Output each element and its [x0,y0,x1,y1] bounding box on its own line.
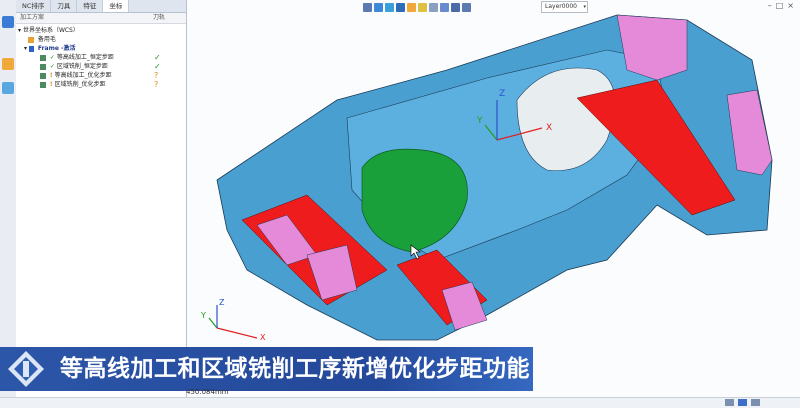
tree-item-frame[interactable]: ▾ Frame -激活 [24,44,194,53]
status-icons [725,399,760,406]
tree-item-op-2[interactable]: ✓ 区域铣削_恒定步距 ✓ [40,62,210,71]
frame-icon [28,45,34,52]
view-mode-icon[interactable] [725,399,734,406]
operation-icon [40,54,46,61]
status-check-icon: ✓ [154,62,161,71]
plan-icon[interactable] [2,16,14,28]
cube-icon[interactable] [385,2,394,12]
tab-coordinates[interactable]: 坐标 [103,0,130,12]
display-icon[interactable] [451,2,460,12]
pending-icon: ! [49,81,53,88]
tree-item-op-3[interactable]: ! 等高线加工_优化步距 ? [40,71,210,80]
axis-y-label: Y [476,116,483,126]
triad-z-label: Z [219,298,225,307]
panel-tabs: NC排序 刀具 特征 坐标 [16,0,186,13]
triad-y-label: Y [200,311,206,320]
view-mode-icon[interactable] [738,399,747,406]
close-button[interactable]: × [787,1,794,11]
tab-tools[interactable]: 刀具 [51,0,78,12]
triad-x-label: X [260,333,266,342]
left-icon-strip [0,0,17,407]
filter-icon[interactable] [418,2,427,12]
tree-item-stock[interactable]: 备用毛 [28,35,198,44]
stock-icon [28,36,34,43]
mold-model: X Y Z X Y Z [200,14,773,342]
pending-icon: ! [49,72,53,79]
cube-icon[interactable] [396,2,405,12]
triad-x-line [216,327,258,339]
check-icon: ✓ [49,63,55,70]
coordinate-readout: 450.084mm [186,388,229,396]
maximize-button[interactable]: □ [776,1,784,11]
status-bar [0,397,800,408]
expand-icon[interactable]: ▾ [18,27,21,34]
check-icon: ✓ [49,54,55,61]
status-check-icon: ✓ [154,53,161,62]
tab-features[interactable]: 特征 [77,0,104,12]
wall-top-right [616,14,688,81]
caption-banner: 等高线加工和区域铣削工序新增优化步距功能 [0,347,533,391]
status-pending-icon: ? [154,71,159,80]
expand-icon[interactable]: ▾ [24,45,27,52]
layer-icon[interactable] [462,2,471,12]
col-plan: 加工方案 [20,14,45,21]
logo-icon [8,351,44,387]
status-pending-icon: ? [154,80,159,89]
folder-icon[interactable] [2,58,14,70]
tab-nc-order[interactable]: NC排序 [16,0,52,12]
caption-text: 等高线加工和区域铣削工序新增优化步距功能 [60,356,530,382]
section-icon[interactable] [440,2,449,12]
axis-x-label: X [546,123,552,133]
layer-select[interactable]: Layer0000 ▾ [541,1,588,13]
tree-item-op-4[interactable]: ! 区域铣削_优化步距 ? [40,80,210,89]
tree-item-op-1[interactable]: ✓ 等高线加工_恒定步距 ✓ [40,53,210,62]
operation-icon [40,81,46,88]
image-icon[interactable] [2,82,14,94]
axis-z-label: Z [499,89,505,99]
triad-y-line [208,317,218,329]
view-mode-icon[interactable] [751,399,760,406]
view-icon[interactable] [363,2,372,12]
chevron-down-icon: ▾ [583,4,586,10]
3d-viewport[interactable]: X Y Z X Y Z Layer0000 ▾ – □ × [187,0,800,397]
col-toolpath: 刀轨 [153,14,166,21]
operation-icon [40,63,46,70]
tree-item-wcs[interactable]: ▾ 世界坐标系（WCS） [18,26,188,35]
cube-icon[interactable] [374,2,383,12]
grid-icon[interactable] [429,2,438,12]
minimize-button[interactable]: – [768,1,772,11]
column-header: 加工方案 刀轨 [16,13,186,24]
operation-icon [40,72,46,79]
manager-panel: NC排序 刀具 特征 坐标 加工方案 刀轨 ▾ 世界坐标系（WCS） 备用毛 ▾… [16,0,195,407]
window-controls: – □ × [768,1,794,11]
shade-icon[interactable] [407,2,416,12]
